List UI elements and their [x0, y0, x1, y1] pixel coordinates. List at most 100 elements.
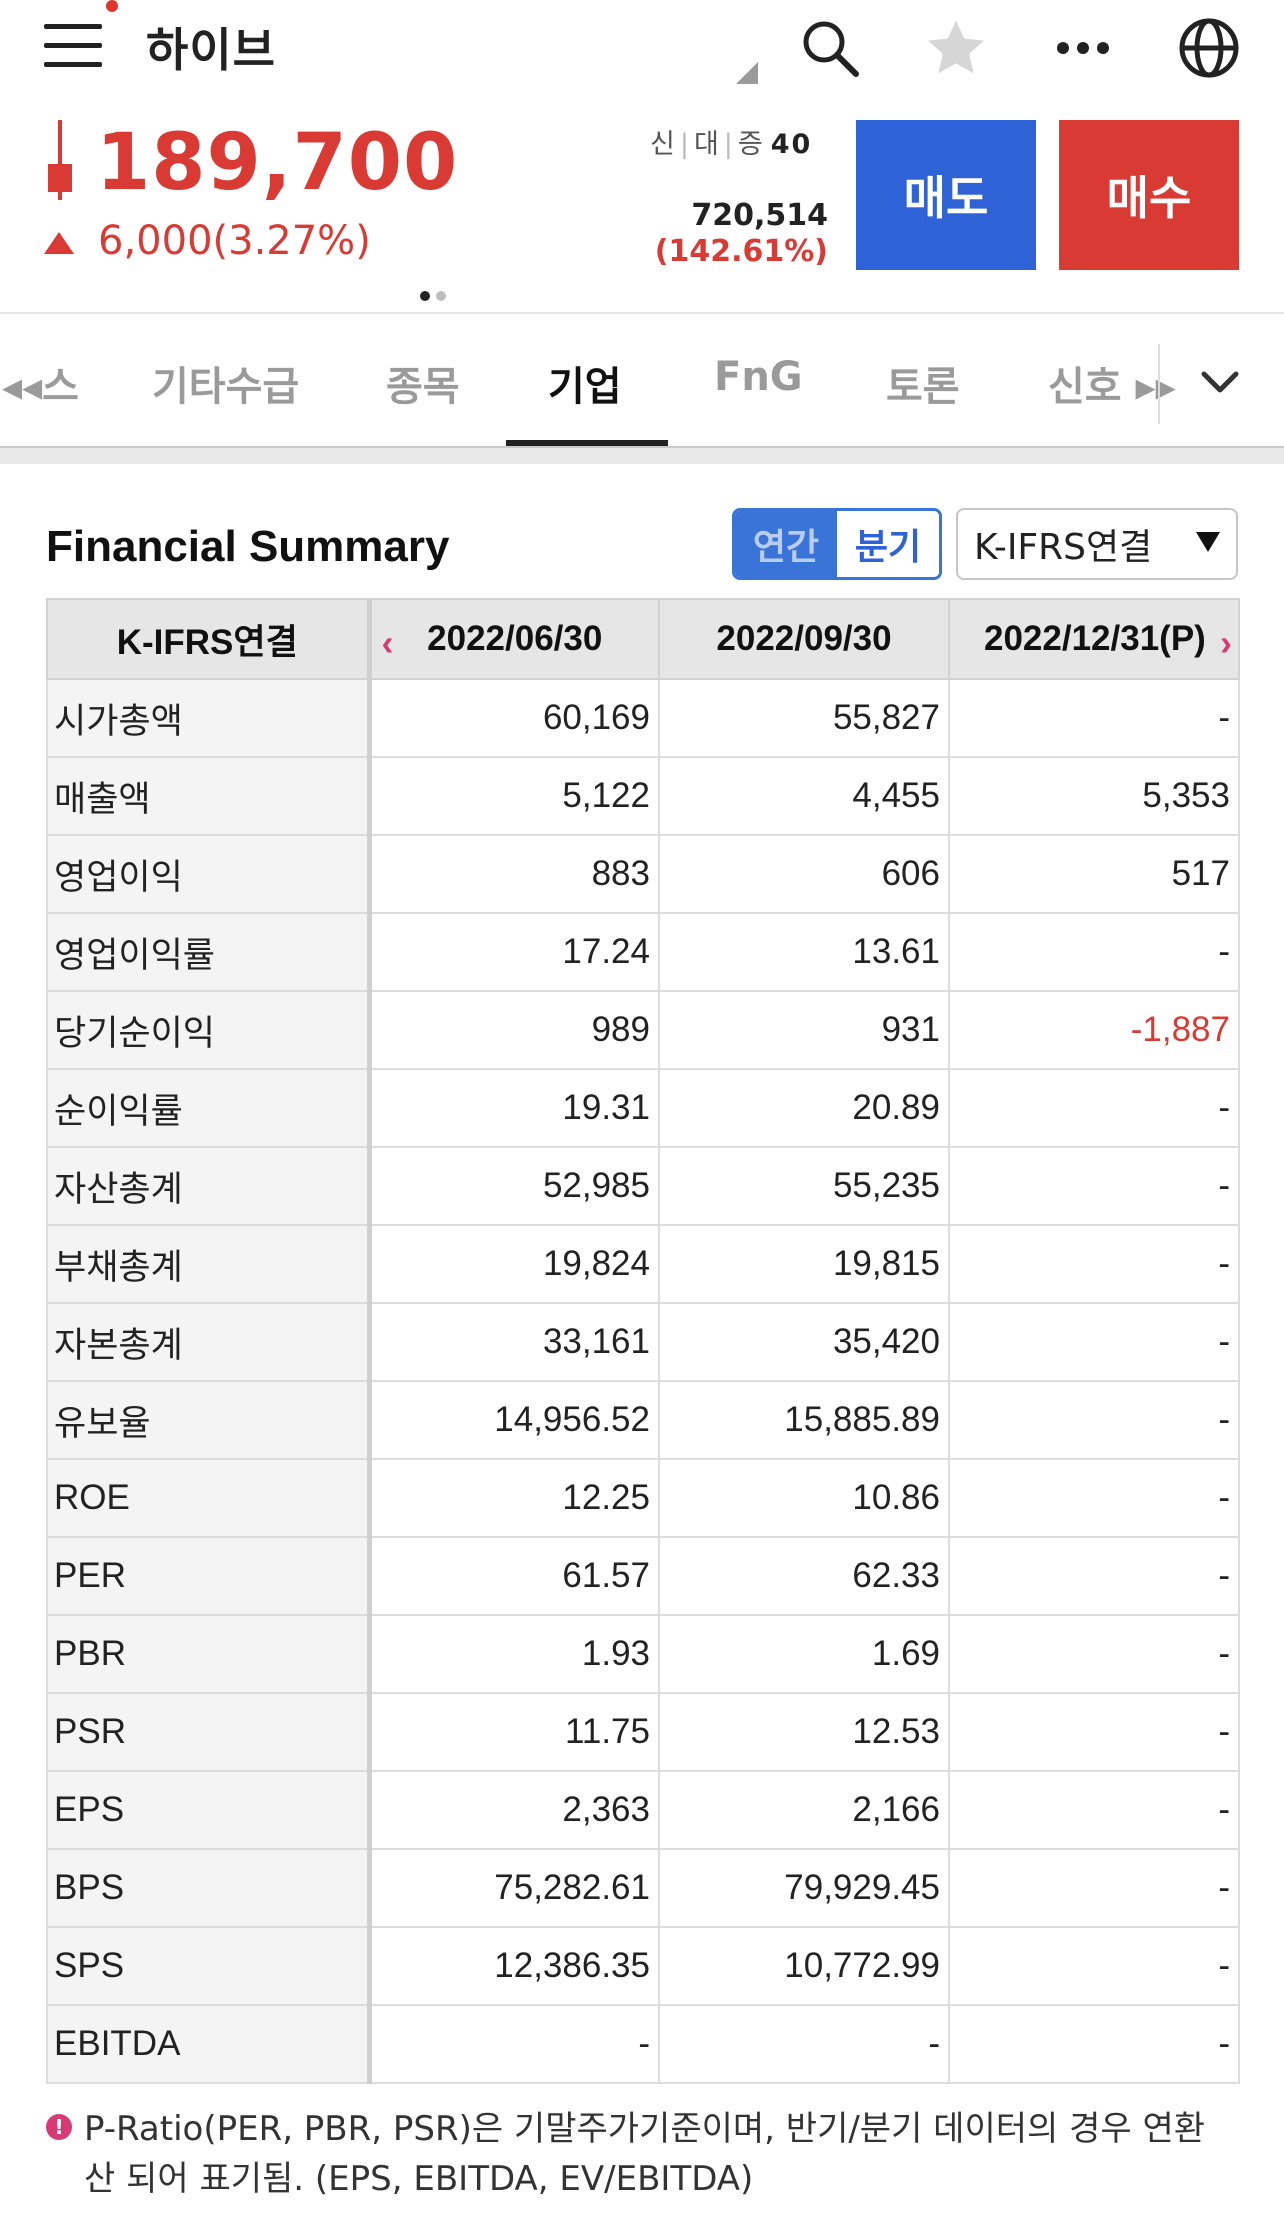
row-label: SPS [46, 1926, 372, 2006]
tab-prev[interactable]: ◂◂스 [2, 354, 79, 412]
table-cell: - [658, 2004, 950, 2084]
table-cell: 17.24 [368, 912, 660, 992]
column-header-period-2: 2022/09/30 [658, 598, 950, 680]
star-icon[interactable] [920, 12, 992, 84]
table-cell: - [948, 1614, 1240, 1694]
table-row: PER 61.57 62.33- [46, 1536, 1240, 1616]
row-label: EPS [46, 1770, 372, 1850]
standard-select[interactable]: K-IFRS연결 [956, 508, 1238, 580]
row-label: 순이익률 [46, 1068, 372, 1148]
table-cell: 11.75 [368, 1692, 660, 1772]
table-cell: 60,169 [368, 678, 660, 758]
table-cell: 52,985 [368, 1146, 660, 1226]
table-cell: 5,122 [368, 756, 660, 836]
table-cell: 13.61 [658, 912, 950, 992]
row-label: PER [46, 1536, 372, 1616]
table-cell: 14,956.52 [368, 1380, 660, 1460]
row-label: 자본총계 [46, 1302, 372, 1382]
table-cell: 35,420 [658, 1302, 950, 1382]
row-label: PSR [46, 1692, 372, 1772]
table-cell: - [948, 2004, 1240, 2084]
trade-volume: 720,514 [691, 198, 828, 233]
row-label: 시가총액 [46, 678, 372, 758]
table-row: 순이익률 19.31 20.89- [46, 1068, 1240, 1148]
notification-dot [106, 0, 118, 12]
table-cell: 931 [658, 990, 950, 1070]
flag-loan: 대 [693, 129, 719, 160]
table-row: 시가총액 60,169 55,827- [46, 678, 1240, 758]
chevron-down-icon[interactable] [1192, 354, 1248, 410]
table-cell: 2,166 [658, 1770, 950, 1850]
table-cell: 55,235 [658, 1146, 950, 1226]
table-row: 영업이익 883 606 517 [46, 834, 1240, 914]
table-cell: 19,824 [368, 1224, 660, 1304]
column-header-label: 2022/06/30 [427, 619, 603, 658]
table-row: ROE 12.25 10.86- [46, 1458, 1240, 1538]
column-header-label: 2022/12/31(P) [984, 619, 1206, 658]
search-icon[interactable] [794, 12, 866, 84]
globe-icon[interactable] [1173, 12, 1245, 84]
stock-flags: 신 | 대 | 증 40 [650, 129, 813, 160]
table-cell: - [948, 1224, 1240, 1304]
dropdown-caret-icon [1196, 532, 1220, 552]
table-cell: - [948, 1848, 1240, 1928]
standard-select-value: K-IFRS연결 [974, 527, 1153, 568]
table-cell: - [948, 678, 1240, 758]
menu-icon[interactable] [42, 0, 118, 76]
table-row: EPS 2,363 2,166- [46, 1770, 1240, 1850]
flag-number: 40 [770, 129, 813, 160]
sell-button[interactable]: 매도 [856, 120, 1036, 270]
table-cell: 61.57 [368, 1536, 660, 1616]
table-cell: 75,282.61 [368, 1848, 660, 1928]
table-cell: 2,363 [368, 1770, 660, 1850]
table-cell: 10.86 [658, 1458, 950, 1538]
table-cell: - [948, 1068, 1240, 1148]
table-cell: 606 [658, 834, 950, 914]
table-row: SPS 12,386.35 10,772.99- [46, 1926, 1240, 2006]
table-cell: 62.33 [658, 1536, 950, 1616]
tab-company[interactable]: 기업 [548, 354, 622, 412]
table-row: 자본총계 33,161 35,420- [46, 1302, 1240, 1382]
table-cell: - [948, 1692, 1240, 1772]
tab-other-supply[interactable]: 기타수급 [152, 354, 299, 412]
tab-divider [1158, 344, 1160, 424]
column-header-standard: K-IFRS연결 [46, 598, 372, 680]
tab-signal[interactable]: 신호 ▸▸ [1048, 354, 1176, 412]
table-row: 유보율 14,956.52 15,885.89- [46, 1380, 1240, 1460]
next-period-icon[interactable]: › [1220, 622, 1232, 664]
quarter-toggle[interactable]: 분기 [837, 511, 939, 577]
table-row: 매출액 5,122 4,455 5,353 [46, 756, 1240, 836]
table-cell: 79,929.45 [658, 1848, 950, 1928]
table-row: PBR 1.93 1.69- [46, 1614, 1240, 1694]
buy-button[interactable]: 매수 [1059, 120, 1239, 270]
table-header-row: K-IFRS연결 ‹ 2022/06/30 2022/09/30 2022/12… [46, 598, 1240, 680]
tab-fng[interactable]: FnG [714, 354, 803, 400]
footnote-text: P-Ratio(PER, PBR, PSR)은 기말주가기준이며, 반기/분기 … [84, 2109, 1206, 2199]
annual-toggle[interactable]: 연간 [735, 511, 837, 577]
volume-ratio: (142.61%) [654, 234, 828, 269]
table-cell: 1.69 [658, 1614, 950, 1694]
corner-indicator [736, 62, 758, 84]
table-cell: 1.93 [368, 1614, 660, 1694]
table-cell: 4,455 [658, 756, 950, 836]
table-row: 영업이익률 17.24 13.61- [46, 912, 1240, 992]
row-label: BPS [46, 1848, 372, 1928]
flag-credit: 신 [650, 129, 675, 160]
tab-discussion[interactable]: 토론 [886, 354, 960, 412]
table-cell: - [948, 1770, 1240, 1850]
row-label: ROE [46, 1458, 372, 1538]
candle-icon [46, 120, 74, 200]
stock-name: 하이브 [146, 23, 276, 77]
price-change: 6,000(3.27%) [98, 218, 371, 264]
more-icon[interactable] [1047, 12, 1119, 84]
period-toggle: 연간 분기 [732, 508, 942, 580]
row-label: 영업이익 [46, 834, 372, 914]
section-separator [0, 446, 1284, 464]
prev-period-icon[interactable]: ‹ [382, 622, 394, 664]
info-icon: ! [46, 2114, 72, 2140]
top-bar: 하이브 [0, 0, 1284, 96]
table-cell: 517 [948, 834, 1240, 914]
tab-stock[interactable]: 종목 [386, 354, 460, 412]
page-indicator [420, 286, 452, 305]
row-label: 자산총계 [46, 1146, 372, 1226]
